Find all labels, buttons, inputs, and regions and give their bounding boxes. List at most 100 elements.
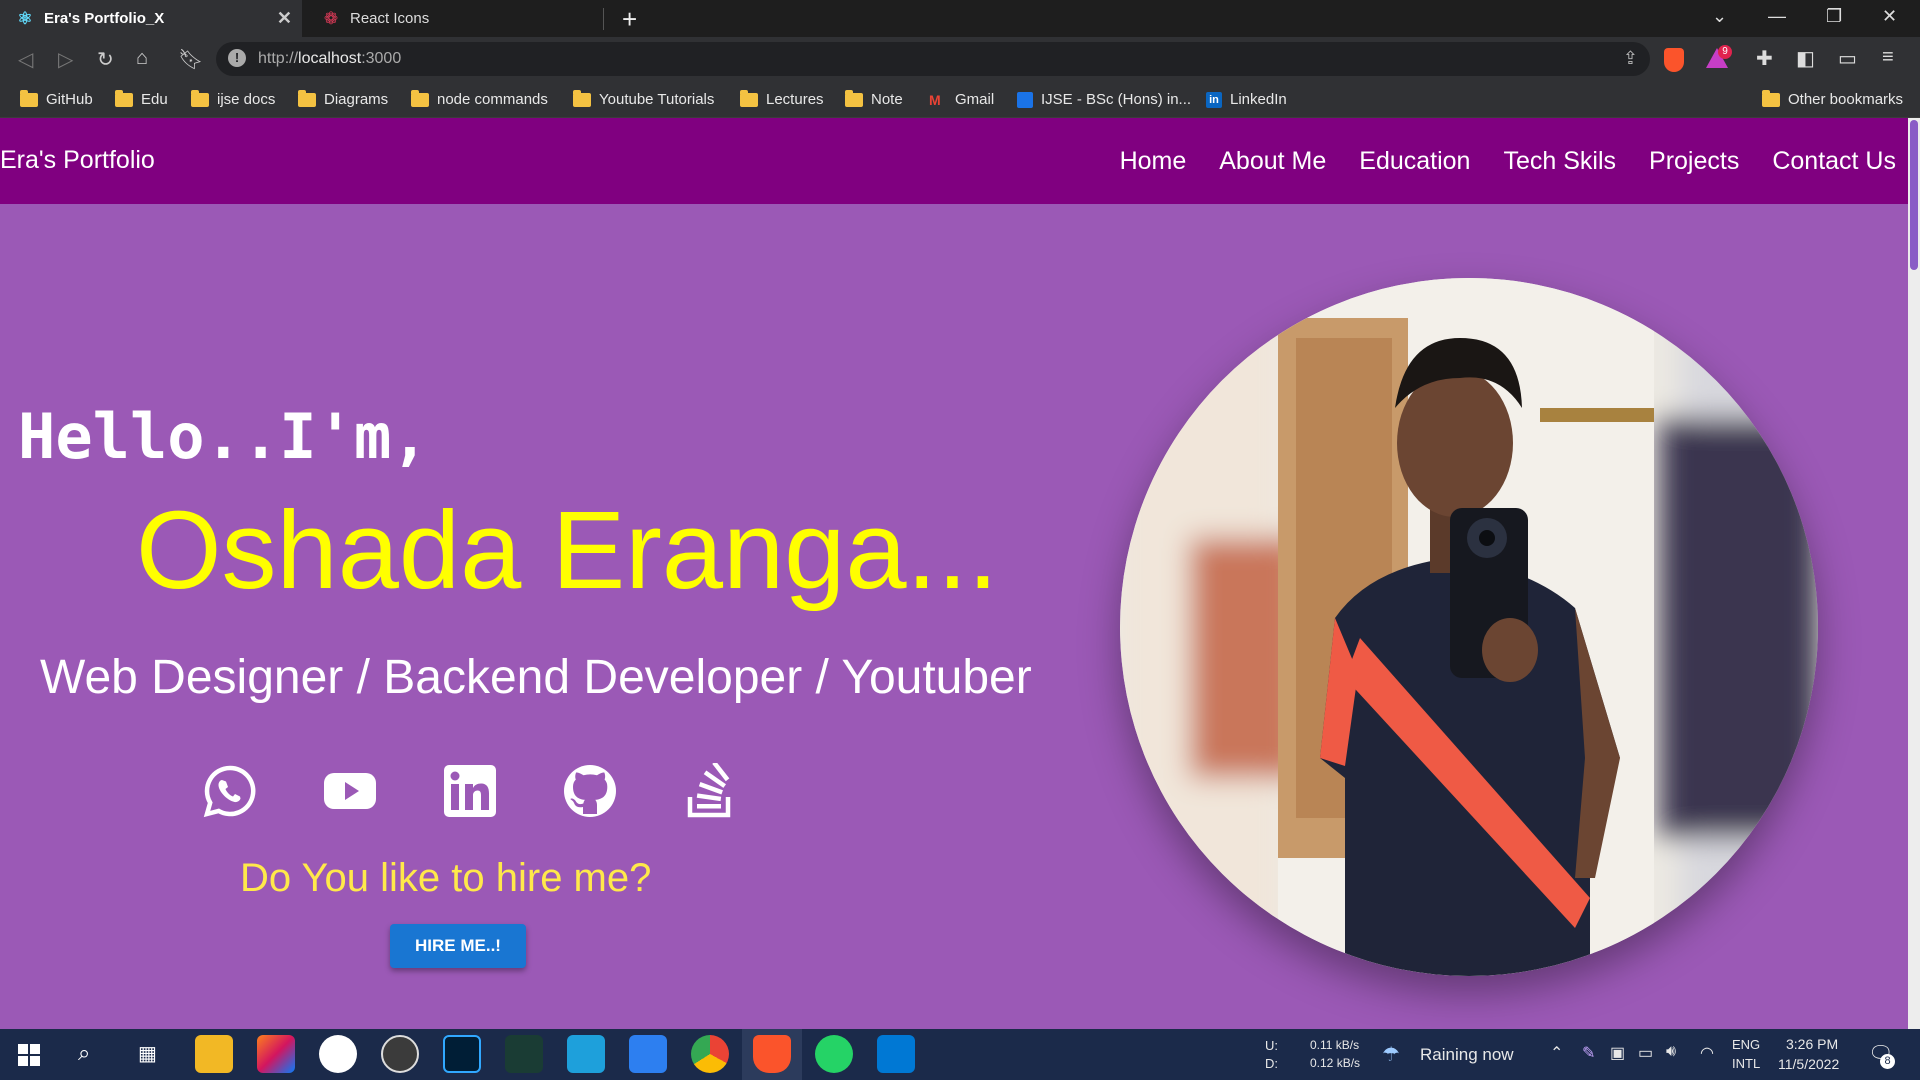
window-close-icon[interactable]: ✕ [1882, 6, 1897, 27]
folder-icon [298, 89, 316, 107]
url-text: http://localhost:3000 [258, 50, 402, 67]
vscode-icon[interactable] [877, 1035, 915, 1073]
obs-icon[interactable] [381, 1035, 419, 1073]
chevron-down-icon[interactable]: ⌄ [1712, 6, 1727, 27]
youtube-icon[interactable] [322, 763, 378, 819]
home-icon[interactable]: ⌂ [136, 47, 148, 70]
pen-icon[interactable]: ✎ [1582, 1043, 1595, 1063]
upload-speed: 0.11 kB/s [1310, 1038, 1360, 1052]
forward-icon[interactable]: ▷ [58, 47, 73, 72]
menu-icon[interactable]: ≡ [1882, 46, 1894, 69]
media-app-icon[interactable] [567, 1035, 605, 1073]
brave-shields-icon[interactable] [1664, 48, 1684, 72]
task-view-icon[interactable]: ▦ [138, 1041, 157, 1066]
photoshop-icon[interactable] [443, 1035, 481, 1073]
tab-title: React Icons [350, 10, 430, 27]
folder-icon [740, 89, 758, 107]
whatsapp-app-icon[interactable] [815, 1035, 853, 1073]
bookmark-edu[interactable]: Edu [115, 89, 168, 108]
close-icon[interactable]: ✕ [277, 8, 292, 29]
bookmark-note[interactable]: Note [845, 89, 903, 108]
umbrella-icon: ☂ [1382, 1044, 1400, 1066]
bookmark-github[interactable]: GitHub [20, 89, 93, 108]
weather-text[interactable]: Raining now [1420, 1045, 1514, 1065]
reload-icon[interactable]: ↻ [97, 47, 114, 72]
search-icon[interactable]: ⌕ [78, 1040, 90, 1066]
page-scrollbar[interactable] [1908, 118, 1920, 1029]
bookmark-icon[interactable]: 🔖︎ [178, 47, 203, 72]
hero-greeting: Hello..I'm, [18, 400, 429, 473]
extensions-icon[interactable]: ✚ [1756, 46, 1773, 71]
tab-eras-portfolio[interactable]: ⚛ Era's Portfolio_X ✕ [0, 0, 302, 37]
hero-name: Oshada Eranga... [136, 489, 999, 612]
bookmarks-bar: GitHub Edu ijse docs Diagrams node comma… [0, 83, 1920, 118]
minimize-icon[interactable]: — [1768, 6, 1786, 27]
new-tab-icon[interactable]: + [622, 4, 637, 35]
folder-icon [573, 89, 591, 107]
bookmark-node-commands[interactable]: node commands [411, 89, 548, 108]
react-icon: ⚛ [17, 8, 33, 28]
bookmark-lectures[interactable]: Lectures [740, 89, 824, 108]
intellij-icon[interactable] [257, 1035, 295, 1073]
windows-start-icon[interactable] [18, 1044, 40, 1066]
bookmark-youtube-tutorials[interactable]: Youtube Tutorials [573, 89, 714, 108]
wifi-icon[interactable]: ◠ [1700, 1043, 1714, 1063]
bookmark-ijse-bsc[interactable]: IJSE - BSc (Hons) in... [1017, 91, 1191, 108]
address-bar[interactable]: ! http://localhost:3000 ⇪ [216, 42, 1650, 76]
hire-question: Do You like to hire me? [240, 856, 652, 900]
linkedin-icon[interactable] [442, 763, 498, 819]
bookmark-gmail[interactable]: M Gmail [929, 91, 994, 108]
nav-education[interactable]: Education [1359, 147, 1470, 176]
tab-react-icons[interactable]: ❁ React Icons [306, 0, 602, 37]
hero-role: Web Designer / Backend Developer / Youtu… [40, 651, 1032, 704]
ijse-icon [1017, 91, 1033, 108]
bookmark-ijse-docs[interactable]: ijse docs [191, 89, 275, 108]
volume-icon[interactable]: 🔊︎ [1666, 1043, 1676, 1061]
nav-home[interactable]: Home [1120, 147, 1187, 176]
clock-date[interactable]: 11/5/2022 [1778, 1056, 1839, 1072]
site-navbar: Era's Portfolio Home About Me Education … [0, 118, 1908, 204]
keyboard-layout[interactable]: INTL [1732, 1056, 1760, 1071]
stackoverflow-icon[interactable] [682, 763, 738, 819]
nav-about-me[interactable]: About Me [1219, 147, 1326, 176]
meet-icon[interactable]: ▣ [1610, 1043, 1625, 1063]
wallet-icon[interactable]: ▭ [1838, 46, 1857, 71]
chrome-icon[interactable] [691, 1035, 729, 1073]
restore-icon[interactable]: ❐ [1826, 6, 1842, 27]
scrollbar-thumb[interactable] [1910, 120, 1918, 270]
share-icon[interactable]: ⇪ [1623, 48, 1638, 69]
profile-photo-illustration [1120, 278, 1818, 976]
folder-icon [845, 89, 863, 107]
clock-time[interactable]: 3:26 PM [1786, 1036, 1838, 1052]
file-explorer-icon[interactable] [195, 1035, 233, 1073]
bookmark-linkedin[interactable]: in LinkedIn [1206, 91, 1287, 108]
mail-icon[interactable] [629, 1035, 667, 1073]
download-speed: 0.12 kB/s [1310, 1056, 1361, 1070]
tab-divider [603, 8, 604, 30]
github-icon[interactable] [562, 763, 618, 819]
windows-taskbar: ⌕ ▦ U: D: 0.11 kB/s 0.12 kB/s ☂ Raining … [0, 1029, 1920, 1080]
tray-chevron-up-icon[interactable]: ⌃ [1550, 1043, 1563, 1063]
brave-icon[interactable] [753, 1035, 791, 1073]
whatsapp-icon[interactable] [202, 763, 258, 819]
nav-tech-skills[interactable]: Tech Skils [1503, 147, 1616, 176]
android-studio-icon[interactable] [505, 1035, 543, 1073]
site-info-icon[interactable]: ! [228, 49, 246, 67]
download-label: D: [1265, 1056, 1278, 1071]
tab-title: Era's Portfolio_X [44, 10, 165, 27]
folder-icon [115, 89, 133, 107]
back-icon[interactable]: ◁ [18, 47, 33, 72]
hire-me-button[interactable]: HIRE ME..! [390, 924, 526, 968]
wireless-app-icon[interactable] [319, 1035, 357, 1073]
tab-strip: ⚛ Era's Portfolio_X ✕ ❁ React Icons + ⌄ … [0, 0, 1920, 37]
battery-icon[interactable]: ▭ [1638, 1043, 1653, 1063]
other-bookmarks[interactable]: Other bookmarks [1762, 89, 1903, 108]
site-brand[interactable]: Era's Portfolio [0, 146, 155, 175]
language-code[interactable]: ENG [1732, 1037, 1760, 1052]
browser-toolbar: ◁ ▷ ↻ ⌂ 🔖︎ ! http://localhost:3000 ⇪ 9 ✚… [0, 37, 1920, 83]
nav-projects[interactable]: Projects [1649, 147, 1739, 176]
nav-contact-us[interactable]: Contact Us [1772, 147, 1896, 176]
nav-links: Home About Me Education Tech Skils Proje… [1120, 147, 1896, 176]
bookmark-diagrams[interactable]: Diagrams [298, 89, 388, 108]
sidebar-icon[interactable]: ◧ [1796, 46, 1815, 71]
